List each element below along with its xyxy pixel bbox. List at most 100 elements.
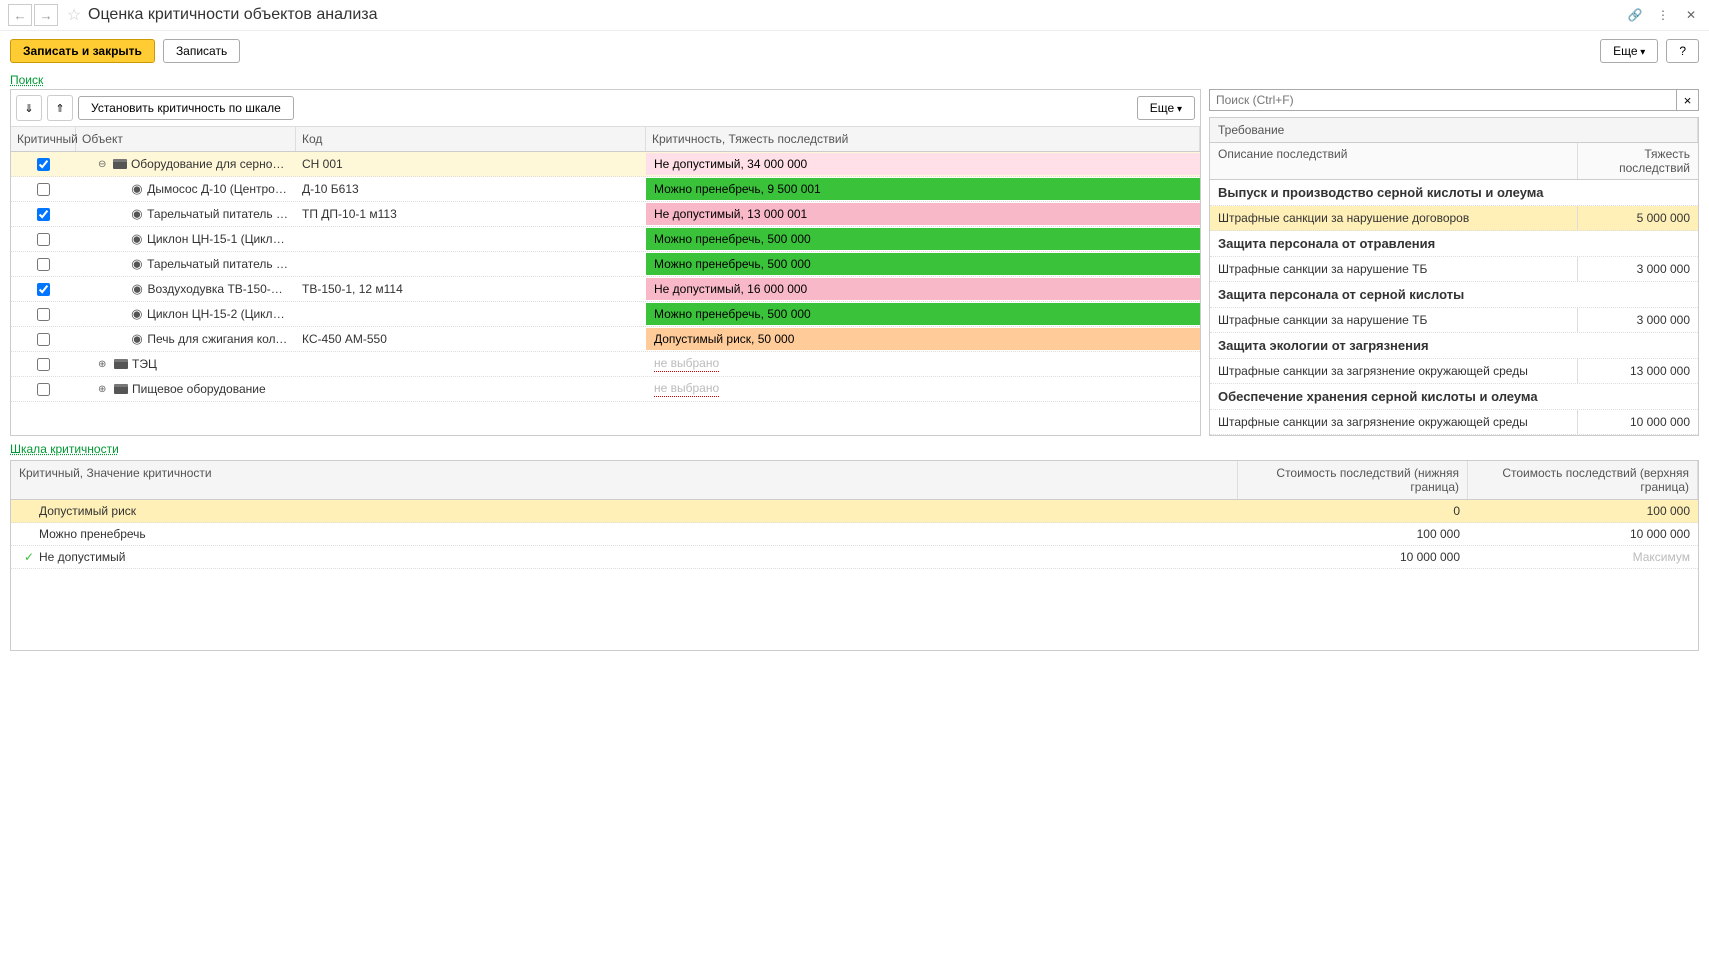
scale-link[interactable]: Шкала критичности <box>0 436 129 458</box>
requirement-group-title[interactable]: Защита экологии от загрязнения <box>1210 333 1698 359</box>
req-header-sev[interactable]: Тяжесть последствий <box>1578 143 1698 179</box>
nav-forward-button[interactable]: → <box>34 4 58 26</box>
severity-cell[interactable]: Можно пренебречь, 9 500 001 <box>646 178 1200 200</box>
main-toolbar: Записать и закрыть Записать Еще ? <box>0 31 1709 71</box>
scale-low: 100 000 <box>1238 523 1468 545</box>
requirement-item[interactable]: Штрафные санкции за нарушение ТБ3 000 00… <box>1210 257 1698 282</box>
object-row[interactable]: Дымосос Д-10 (Центробеж...Д-10 Б613Можно… <box>11 177 1200 202</box>
tree-toggle-icon[interactable]: ⊖ <box>98 159 109 170</box>
objects-more-button[interactable]: Еще <box>1137 96 1195 120</box>
req-header-name[interactable]: Требование <box>1210 118 1698 142</box>
requirement-item[interactable]: Штрафные санкции за нарушение договоров5… <box>1210 206 1698 231</box>
object-code <box>296 236 646 242</box>
critical-checkbox[interactable] <box>37 283 50 296</box>
scale-check-icon: ✓ <box>19 550 39 564</box>
requirements-panel-wrapper: × Требование Описание последствий Тяжест… <box>1209 89 1699 436</box>
requirement-item[interactable]: Штарфные санкции за загрязнение окружающ… <box>1210 410 1698 435</box>
item-icon <box>131 307 143 321</box>
favorite-star-icon[interactable]: ☆ <box>64 5 84 25</box>
critical-checkbox[interactable] <box>37 358 50 371</box>
object-row[interactable]: Воздуходувка ТВ-150-1,12...ТВ-150-1, 12 … <box>11 277 1200 302</box>
critical-checkbox[interactable] <box>37 258 50 271</box>
link-icon[interactable]: 🔗 <box>1625 8 1645 22</box>
critical-checkbox[interactable] <box>37 383 50 396</box>
help-button[interactable]: ? <box>1666 39 1699 63</box>
save-and-close-button[interactable]: Записать и закрыть <box>10 39 155 63</box>
object-row[interactable]: Печь для сжигания колчед...КС-450 АМ-550… <box>11 327 1200 352</box>
expand-tree-button[interactable]: ⇓ <box>16 95 42 121</box>
scale-panel: Критичный, Значение критичности Стоимост… <box>10 460 1699 651</box>
object-row[interactable]: Циклон ЦН-15-2 (Циклоны ...Можно пренебр… <box>11 302 1200 327</box>
search-link[interactable]: Поиск <box>0 71 53 89</box>
requirement-desc: Штрафные санкции за нарушение ТБ <box>1210 308 1578 332</box>
severity-cell[interactable]: Не допустимый, 16 000 000 <box>646 278 1200 300</box>
object-row[interactable]: Тарельчатый питатель ДП-... Можно пренебр… <box>11 252 1200 277</box>
critical-checkbox[interactable] <box>37 183 50 196</box>
col-header-code[interactable]: Код <box>296 127 646 151</box>
tree-toggle-icon[interactable]: ⊕ <box>98 384 110 395</box>
scale-header-high[interactable]: Стоимость последствий (верхняя граница) <box>1468 461 1698 499</box>
scale-name: Не допустимый <box>39 550 126 564</box>
more-button[interactable]: Еще <box>1600 39 1658 63</box>
col-header-object[interactable]: Объект <box>76 127 296 151</box>
critical-checkbox[interactable] <box>37 308 50 321</box>
folder-icon <box>114 382 128 396</box>
objects-grid-header: Критичный Объект Код Критичность, Тяжест… <box>11 127 1200 152</box>
scale-row[interactable]: Допустимый риск0100 000 <box>11 500 1698 523</box>
critical-checkbox[interactable] <box>37 208 50 221</box>
requirement-group-title[interactable]: Защита персонала от отравления <box>1210 231 1698 257</box>
scale-row[interactable]: Можно пренебречь100 00010 000 000 <box>11 523 1698 546</box>
object-row[interactable]: ⊕ ТЭЦ не выбрано <box>11 352 1200 377</box>
requirement-group-title[interactable]: Защита персонала от серной кислоты <box>1210 282 1698 308</box>
requirement-severity: 3 000 000 <box>1578 257 1698 281</box>
critical-checkbox[interactable] <box>37 158 50 171</box>
object-row[interactable]: Тарельчатый питатель ДП-...ТП ДП-10-1 м1… <box>11 202 1200 227</box>
close-icon[interactable]: ✕ <box>1681 8 1701 22</box>
requirement-item[interactable]: Штрафные санкции за загрязнение окружающ… <box>1210 359 1698 384</box>
item-icon <box>131 207 143 221</box>
item-icon <box>131 232 143 246</box>
requirement-desc: Штрафные санкции за нарушение договоров <box>1210 206 1578 230</box>
requirement-severity: 3 000 000 <box>1578 308 1698 332</box>
requirement-group-title[interactable]: Обеспечение хранения серной кислоты и ол… <box>1210 384 1698 410</box>
object-label: Тарельчатый питатель ДП-... <box>147 257 289 271</box>
requirement-group-title[interactable]: Выпуск и производство серной кислоты и о… <box>1210 180 1698 206</box>
scale-high: 10 000 000 <box>1468 523 1698 545</box>
severity-cell[interactable]: Можно пренебречь, 500 000 <box>646 253 1200 275</box>
severity-cell[interactable]: Допустимый риск, 50 000 <box>646 328 1200 350</box>
set-criticality-button[interactable]: Установить критичность по шкале <box>78 96 294 120</box>
severity-cell[interactable]: Не допустимый, 34 000 000 <box>646 153 1200 175</box>
requirement-item[interactable]: Штрафные санкции за нарушение ТБ3 000 00… <box>1210 308 1698 333</box>
object-row[interactable]: Циклон ЦН-15-1 (Циклоны ... Можно пренебр… <box>11 227 1200 252</box>
object-code <box>296 361 646 367</box>
scale-header-name[interactable]: Критичный, Значение критичности <box>11 461 1238 499</box>
req-header-desc[interactable]: Описание последствий <box>1210 143 1578 179</box>
scale-low: 10 000 000 <box>1238 546 1468 568</box>
severity-cell[interactable]: не выбрано <box>646 377 1200 401</box>
object-row[interactable]: ⊕ Пищевое оборудование не выбрано <box>11 377 1200 402</box>
save-button[interactable]: Записать <box>163 39 240 63</box>
critical-checkbox[interactable] <box>37 333 50 346</box>
collapse-tree-button[interactable]: ⇑ <box>47 95 73 121</box>
nav-back-button[interactable]: ← <box>8 4 32 26</box>
col-header-severity[interactable]: Критичность, Тяжесть последствий <box>646 127 1200 151</box>
scale-row[interactable]: ✓Не допустимый 10 000 000Максимум <box>11 546 1698 569</box>
more-vert-icon[interactable]: ⋮ <box>1653 8 1673 22</box>
object-label: ТЭЦ <box>132 357 157 371</box>
object-label: Пищевое оборудование <box>132 382 266 396</box>
search-clear-button[interactable]: × <box>1677 89 1699 111</box>
tree-toggle-icon[interactable]: ⊕ <box>98 359 110 370</box>
critical-checkbox[interactable] <box>37 233 50 246</box>
object-row[interactable]: ⊖Оборудование для серной ки...СН 001Не д… <box>11 152 1200 177</box>
requirement-severity: 13 000 000 <box>1578 359 1698 383</box>
requirements-search-input[interactable] <box>1209 89 1677 111</box>
severity-cell[interactable]: не выбрано <box>646 352 1200 376</box>
object-label: Циклон ЦН-15-1 (Циклоны ... <box>147 232 289 246</box>
scale-high: Максимум <box>1468 546 1698 568</box>
scale-header-low[interactable]: Стоимость последствий (нижняя граница) <box>1238 461 1468 499</box>
severity-cell[interactable]: Можно пренебречь, 500 000 <box>646 228 1200 250</box>
object-label: Дымосос Д-10 (Центробеж... <box>147 182 289 196</box>
severity-cell[interactable]: Можно пренебречь, 500 000 <box>646 303 1200 325</box>
col-header-critical[interactable]: Критичный <box>11 127 76 151</box>
severity-cell[interactable]: Не допустимый, 13 000 001 <box>646 203 1200 225</box>
